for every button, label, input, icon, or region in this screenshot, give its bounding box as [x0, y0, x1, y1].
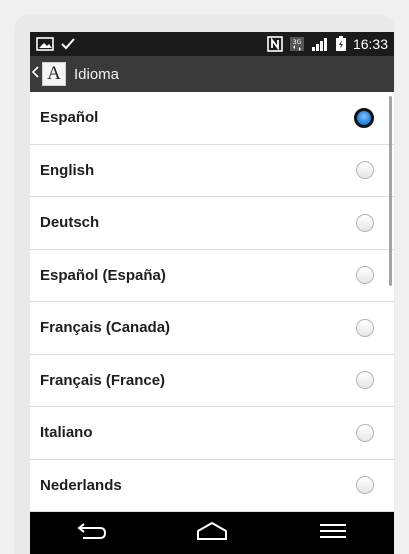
nav-menu-button[interactable] [303, 512, 363, 554]
language-label: Nederlands [40, 476, 122, 494]
language-option-italiano[interactable]: Italiano [30, 407, 394, 460]
chevron-left-icon [31, 65, 40, 83]
language-option-espanol-espana[interactable]: Español (España) [30, 250, 394, 302]
language-option-english[interactable]: English [30, 145, 394, 197]
phone-screen: 3G 16:33 A Idioma Español English Deutsc… [30, 32, 394, 554]
language-option-deutsch[interactable]: Deutsch [30, 197, 394, 250]
home-icon [195, 521, 229, 546]
radio-unselected-icon[interactable] [356, 161, 374, 180]
scrollbar[interactable] [389, 96, 392, 286]
page-title: Idioma [74, 65, 120, 83]
action-bar: A Idioma [30, 56, 394, 92]
3g-data-icon: 3G [289, 36, 305, 52]
language-option-nederlands[interactable]: Nederlands [30, 460, 394, 512]
language-label: Italiano [40, 424, 93, 442]
nfc-icon [267, 36, 283, 52]
language-option-francais-canada[interactable]: Français (Canada) [30, 302, 394, 355]
back-button[interactable]: A [30, 56, 66, 92]
radio-unselected-icon[interactable] [356, 423, 374, 442]
language-option-francais-france[interactable]: Français (France) [30, 355, 394, 407]
status-bar: 3G 16:33 [30, 32, 394, 56]
radio-unselected-icon[interactable] [356, 476, 374, 495]
language-label: Deutsch [40, 214, 100, 232]
language-app-icon: A [42, 62, 66, 86]
navigation-bar [30, 512, 394, 554]
radio-selected-icon[interactable] [354, 107, 374, 128]
language-label: Español (España) [40, 266, 166, 284]
language-label: English [40, 161, 95, 179]
nav-home-button[interactable] [182, 512, 242, 554]
check-icon [60, 37, 76, 51]
radio-unselected-icon[interactable] [356, 266, 374, 285]
image-icon [36, 37, 54, 51]
status-time: 16:33 [352, 36, 388, 52]
language-label: Français (Canada) [40, 319, 171, 337]
radio-unselected-icon[interactable] [356, 371, 374, 390]
language-option-espanol[interactable]: Español [30, 92, 394, 145]
svg-text:3G: 3G [293, 39, 302, 46]
language-label: Español [40, 109, 99, 127]
language-list: Español English Deutsch Español (España)… [30, 92, 394, 512]
battery-icon [335, 36, 347, 52]
menu-icon [316, 521, 350, 546]
signal-icon [311, 36, 329, 52]
radio-unselected-icon[interactable] [356, 213, 374, 232]
language-label: Français (France) [40, 371, 166, 389]
radio-unselected-icon[interactable] [356, 318, 374, 337]
nav-back-button[interactable] [61, 512, 121, 554]
back-icon [74, 521, 108, 546]
